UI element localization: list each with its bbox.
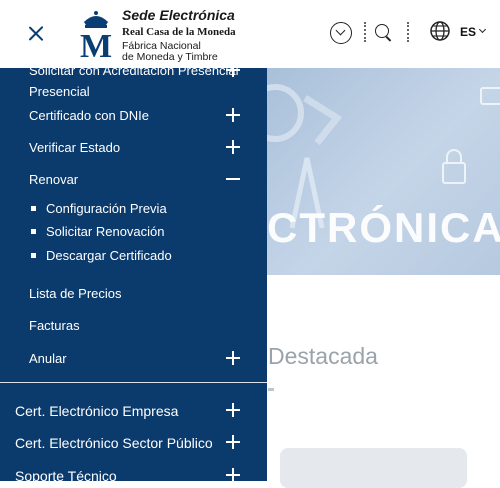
separator bbox=[407, 22, 409, 42]
menu-item-lista-precios[interactable]: Lista de Precios bbox=[0, 279, 267, 307]
menu-item-anular[interactable]: Anular bbox=[0, 344, 267, 372]
menu-item-label: Anular bbox=[29, 351, 67, 366]
brand-title: Sede Electrónica bbox=[122, 7, 235, 23]
separator bbox=[364, 22, 366, 42]
menu-item-certificado-dnie[interactable]: Certificado con DNIe bbox=[0, 101, 267, 129]
close-icon[interactable] bbox=[24, 22, 48, 46]
menu-item-cert-sector-publico[interactable]: Cert. Electrónico Sector Público bbox=[0, 428, 267, 456]
menu-item-label: Renovar bbox=[29, 172, 79, 187]
submenu-solicitar-renovacion[interactable]: Solicitar Renovación bbox=[0, 220, 267, 242]
submenu-label: Solicitar Renovación bbox=[46, 224, 165, 239]
section-underline bbox=[268, 388, 274, 391]
brand-line4: de Moneda y Timbre bbox=[122, 51, 218, 63]
plus-icon[interactable] bbox=[226, 468, 240, 481]
plus-icon[interactable] bbox=[226, 351, 240, 365]
plus-icon[interactable] bbox=[226, 140, 240, 154]
menu-item-label: Certificado con DNIe bbox=[29, 108, 149, 123]
menu-item-label: Presencial bbox=[29, 84, 90, 99]
language-selector[interactable]: ES bbox=[460, 25, 476, 39]
bullet-icon bbox=[31, 253, 36, 258]
site-header: M Sede Electrónica Real Casa de la Moned… bbox=[0, 0, 500, 68]
menu-item-label: Verificar Estado bbox=[29, 140, 121, 155]
plus-icon[interactable] bbox=[226, 68, 240, 77]
menu-item-soporte-tecnico[interactable]: Soporte Técnico bbox=[0, 461, 267, 481]
submenu-label: Configuración Previa bbox=[46, 201, 167, 216]
submenu-descargar-certificado[interactable]: Descargar Certificado bbox=[0, 244, 267, 266]
svg-text:M: M bbox=[80, 28, 112, 60]
submenu-label: Descargar Certificado bbox=[46, 248, 172, 263]
menu-item-verificar-estado[interactable]: Verificar Estado bbox=[0, 133, 267, 161]
menu-item-label: Cert. Electrónico Empresa bbox=[15, 403, 179, 419]
menu-divider bbox=[0, 382, 267, 383]
plus-icon[interactable] bbox=[226, 403, 240, 417]
submenu-configuracion-previa[interactable]: Configuración Previa bbox=[0, 197, 267, 219]
hero-banner: CTRÓNICA bbox=[267, 68, 500, 275]
chevron-down-icon[interactable] bbox=[478, 25, 487, 34]
menu-item-label: Facturas bbox=[29, 318, 80, 333]
menu-item-renovar[interactable]: Renovar bbox=[0, 165, 267, 193]
bullet-icon bbox=[31, 229, 36, 234]
menu-item-cert-empresa[interactable]: Cert. Electrónico Empresa bbox=[0, 396, 267, 424]
menu-item-label: Soporte Técnico bbox=[15, 468, 117, 481]
chevron-circle-icon[interactable] bbox=[330, 22, 352, 44]
brand-subtitle: Real Casa de la Moneda bbox=[122, 26, 236, 38]
hero-text: CTRÓNICA bbox=[267, 204, 500, 251]
menu-item-label: Cert. Electrónico Sector Público bbox=[15, 435, 213, 451]
search-icon[interactable] bbox=[375, 24, 389, 38]
featured-card[interactable] bbox=[280, 448, 467, 488]
logo-emblem[interactable]: M bbox=[76, 8, 116, 60]
section-title: Destacada bbox=[268, 343, 378, 369]
menu-item-label: Lista de Precios bbox=[29, 286, 122, 301]
plus-icon[interactable] bbox=[226, 108, 240, 122]
menu-item-facturas[interactable]: Facturas bbox=[0, 311, 267, 339]
bullet-icon bbox=[31, 206, 36, 211]
side-menu: Solicitar con Acreditación Presencial Pr… bbox=[0, 68, 267, 481]
minus-icon[interactable] bbox=[226, 172, 240, 186]
plus-icon[interactable] bbox=[226, 435, 240, 449]
globe-icon[interactable] bbox=[430, 21, 450, 41]
